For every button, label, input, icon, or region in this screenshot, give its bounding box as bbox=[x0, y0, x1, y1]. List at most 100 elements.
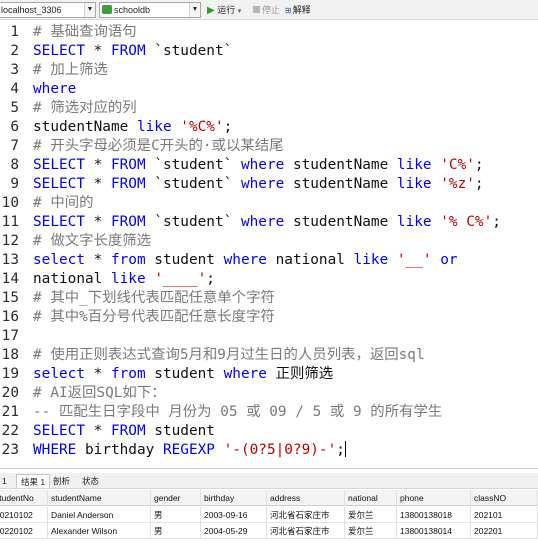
column-header[interactable]: studentName bbox=[48, 490, 151, 506]
table-cell[interactable]: 爱尔兰 bbox=[345, 523, 397, 539]
code-line[interactable]: 17 bbox=[0, 327, 538, 346]
table-cell[interactable]: 202201 bbox=[471, 523, 538, 539]
table-cell[interactable]: 20220102 bbox=[0, 523, 48, 539]
table-cell[interactable]: 男 bbox=[151, 507, 201, 523]
code-line[interactable]: 5 # 筛选对应的列 bbox=[0, 99, 538, 118]
code-token-keyword: SELECT bbox=[33, 176, 85, 192]
code-line[interactable]: 20 # AI返回SQL如下： bbox=[0, 384, 538, 403]
text-cursor bbox=[344, 441, 346, 457]
code-line[interactable]: 2 SELECT * FROM `student` bbox=[0, 42, 538, 61]
code-text[interactable]: select * from student where national lik… bbox=[33, 251, 458, 270]
code-text[interactable]: # 其中_下划线代表匹配任意单个字符 bbox=[33, 289, 275, 308]
table-cell[interactable]: 202101 bbox=[471, 507, 538, 523]
table-cell[interactable]: 13800138014 bbox=[397, 523, 471, 539]
table-cell[interactable]: 河北省石家庄市 bbox=[267, 523, 345, 539]
code-line[interactable]: 15 # 其中_下划线代表匹配任意单个字符 bbox=[0, 289, 538, 308]
code-text[interactable]: SELECT * FROM `student` where studentNam… bbox=[33, 213, 501, 232]
chevron-down-icon[interactable]: ▼ bbox=[189, 3, 200, 17]
column-header[interactable]: gender bbox=[151, 490, 201, 506]
code-token-keyword: WHERE bbox=[33, 442, 77, 458]
result-grid[interactable]: studentNostudentNamegenderbirthdayaddres… bbox=[0, 490, 538, 543]
table-row[interactable]: 20220102Alexander Wilson男2004-05-29河北省石家… bbox=[0, 523, 538, 539]
column-header[interactable]: national bbox=[345, 490, 397, 506]
code-line[interactable]: 1 # 基础查询语句 bbox=[0, 23, 538, 42]
table-cell[interactable]: Alexander Wilson bbox=[48, 523, 151, 539]
code-text[interactable]: select * from student where 正则筛选 bbox=[33, 365, 333, 384]
line-number: 21 bbox=[1, 404, 19, 420]
code-line[interactable]: 10 # 中间的 bbox=[0, 194, 538, 213]
code-line[interactable]: 8 SELECT * FROM `student` where studentNa… bbox=[0, 156, 538, 175]
code-line[interactable]: 9 SELECT * FROM `student` where studentNa… bbox=[0, 175, 538, 194]
code-token-keyword: FROM bbox=[110, 214, 146, 230]
line-number: 23 bbox=[1, 442, 19, 458]
code-line[interactable]: 14 national like '____'; bbox=[0, 270, 538, 289]
code-token-identifier bbox=[146, 271, 155, 287]
column-header[interactable]: classNO bbox=[471, 490, 538, 506]
sql-editor[interactable]: 1 # 基础查询语句 2 SELECT * FROM `student` 3 # 加上筛选… bbox=[0, 21, 538, 469]
code-text[interactable]: studentName like '%C%'; bbox=[33, 118, 232, 137]
code-line[interactable]: 23 WHERE birthday REGEXP '-(0?5|0?9)-'; bbox=[0, 441, 538, 460]
code-text[interactable]: # 做文字长度筛选 bbox=[33, 232, 151, 251]
code-text[interactable]: WHERE birthday REGEXP '-(0?5|0?9)-'; bbox=[33, 441, 346, 460]
code-text[interactable]: # 其中%百分号代表匹配任意长度字符 bbox=[33, 308, 275, 327]
code-line[interactable]: 19 select * from student where 正则筛选 bbox=[0, 365, 538, 384]
code-token-string-literal: '__' bbox=[396, 252, 432, 268]
code-line[interactable]: 3 # 加上筛选 bbox=[0, 61, 538, 80]
code-text[interactable]: national like '____'; bbox=[33, 270, 215, 289]
code-line[interactable]: 13 select * from student where national l… bbox=[0, 251, 538, 270]
code-token-keyword: select bbox=[33, 252, 85, 268]
table-cell[interactable]: 13800138018 bbox=[397, 507, 471, 523]
column-header[interactable]: studentNo bbox=[0, 490, 48, 506]
code-text[interactable]: # 中间的 bbox=[33, 194, 94, 213]
code-text[interactable]: SELECT * FROM `student` where studentNam… bbox=[33, 156, 484, 175]
play-icon: ▶ bbox=[207, 5, 215, 16]
code-text[interactable]: where bbox=[33, 80, 76, 99]
tab-result[interactable]: 结果 1 bbox=[16, 474, 51, 488]
table-cell[interactable]: 河北省石家庄市 bbox=[267, 507, 345, 523]
code-token-identifier: `student` bbox=[145, 157, 241, 173]
code-token-string-literal: '%C%' bbox=[180, 119, 224, 135]
tab-result[interactable]: 1 bbox=[0, 474, 11, 488]
line-number: 1 bbox=[10, 24, 19, 40]
code-text[interactable]: SELECT * FROM `student` where studentNam… bbox=[33, 175, 484, 194]
line-number: 20 bbox=[1, 385, 19, 401]
code-line[interactable]: 18 # 使用正则表达式查询5月和9月过生日的人员列表，返回sql bbox=[0, 346, 538, 365]
code-text[interactable]: SELECT * FROM `student` bbox=[33, 42, 232, 61]
run-button[interactable]: ▶ 运行 ▾ bbox=[207, 3, 241, 17]
table-cell[interactable]: 2004-05-29 bbox=[201, 523, 267, 539]
code-line[interactable]: 6 studentName like '%C%'; bbox=[0, 118, 538, 137]
tab-result[interactable]: 状态 bbox=[78, 474, 103, 488]
table-row[interactable]: 20210102Daniel Anderson男2003-09-16河北省石家庄… bbox=[0, 507, 538, 523]
chevron-down-icon[interactable]: ▾ bbox=[238, 8, 242, 15]
table-cell[interactable]: 爱尔兰 bbox=[345, 507, 397, 523]
code-text[interactable]: # 筛选对应的列 bbox=[33, 99, 137, 118]
table-cell[interactable]: 2003-09-16 bbox=[201, 507, 267, 523]
table-cell[interactable]: Daniel Anderson bbox=[48, 507, 151, 523]
column-header[interactable]: phone bbox=[397, 490, 471, 506]
code-text[interactable]: SELECT * FROM student bbox=[33, 422, 215, 441]
column-header[interactable]: address bbox=[267, 490, 345, 506]
connection-select[interactable]: localhost_3306 ▼ bbox=[0, 2, 96, 18]
code-line[interactable]: 11 SELECT * FROM `student` where studentN… bbox=[0, 213, 538, 232]
explain-button[interactable]: ⊞解释 bbox=[285, 3, 311, 17]
code-line[interactable]: 7 # 开头字母必须是C开头的·或以某结尾 bbox=[0, 137, 538, 156]
code-text[interactable]: # 基础查询语句 bbox=[33, 23, 137, 42]
database-select[interactable]: schooldb ▼ bbox=[99, 2, 201, 18]
code-line[interactable]: 4 where bbox=[0, 80, 538, 99]
stop-button[interactable]: 停止 bbox=[253, 3, 280, 17]
code-line[interactable]: 21 -- 匹配生日字段中 月份为 05 或 09 / 5 或 9 的所有学生 bbox=[0, 403, 538, 422]
column-header[interactable]: birthday bbox=[201, 490, 267, 506]
code-token-keyword: SELECT bbox=[33, 43, 85, 59]
code-text[interactable]: -- 匹配生日字段中 月份为 05 或 09 / 5 或 9 的所有学生 bbox=[33, 403, 442, 422]
code-line[interactable]: 12 # 做文字长度筛选 bbox=[0, 232, 538, 251]
table-cell[interactable]: 男 bbox=[151, 523, 201, 539]
chevron-down-icon[interactable]: ▼ bbox=[84, 3, 95, 17]
code-text[interactable]: # AI返回SQL如下： bbox=[33, 384, 166, 403]
code-text[interactable]: # 开头字母必须是C开头的·或以某结尾 bbox=[33, 137, 284, 156]
code-text[interactable]: # 加上筛选 bbox=[33, 61, 108, 80]
code-line[interactable]: 16 # 其中%百分号代表匹配任意长度字符 bbox=[0, 308, 538, 327]
code-text[interactable]: # 使用正则表达式查询5月和9月过生日的人员列表，返回sql bbox=[33, 346, 425, 365]
code-line[interactable]: 22 SELECT * FROM student bbox=[0, 422, 538, 441]
table-cell[interactable]: 20210102 bbox=[0, 507, 48, 523]
tab-result[interactable]: 剖析 bbox=[49, 474, 74, 488]
